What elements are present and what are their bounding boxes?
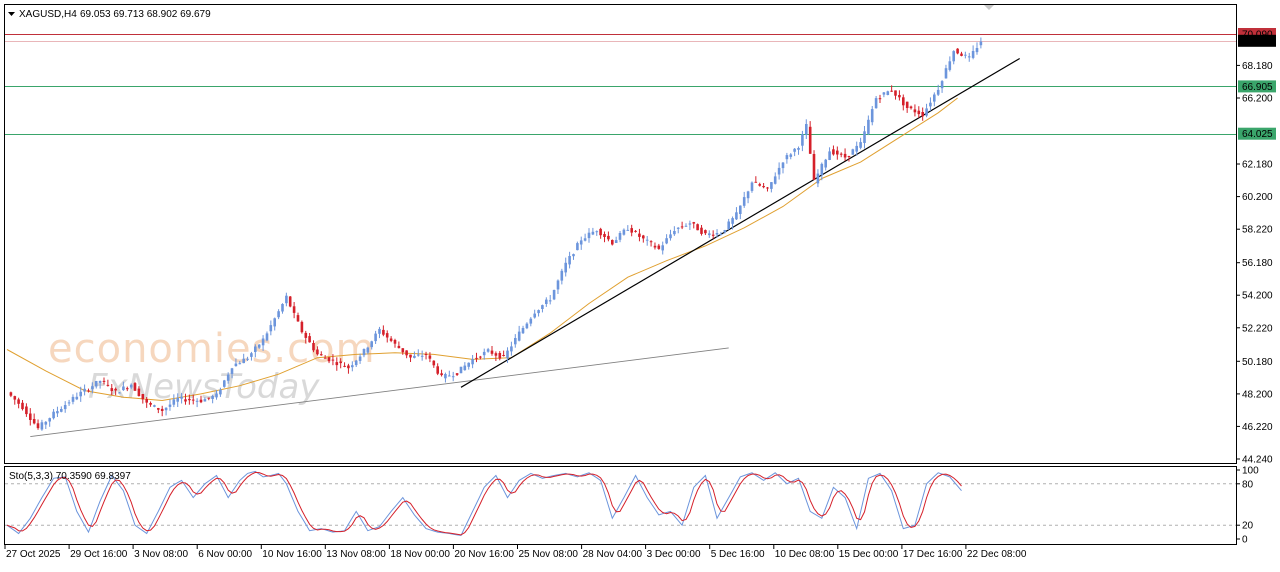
time-tick-label: 18 Nov 00:00 [390,549,450,560]
price-tick-label: 46.220 [1242,422,1273,433]
price-tick-label: 68.180 [1242,61,1273,72]
time-tick-label: 6 Nov 00:00 [198,549,252,560]
time-tick-label: 10 Dec 08:00 [775,549,835,560]
price-tick-label: 52.220 [1242,323,1273,334]
time-tick-label: 27 Oct 2025 [6,549,61,560]
candle [300,320,304,334]
candle [812,150,816,181]
price-axis: 70.09069.67968.18066.90566.20064.02562.1… [1236,28,1276,466]
stochastic-tick-label: 80 [1242,479,1254,490]
stochastic-tick-label: 0 [1242,535,1248,546]
chart-window: economies.com FxNewsToday XAGUSD,H4 69.0… [0,0,1280,567]
time-tick-label: 3 Nov 08:00 [134,549,188,560]
candle [696,223,699,231]
time-tick-label: 20 Nov 16:00 [454,549,514,560]
candle [886,90,890,96]
watermark-economies: economies.com [48,326,376,372]
price-tick-label: 48.200 [1242,389,1273,400]
time-tick-label: 28 Nov 04:00 [583,549,643,560]
time-tick-label: 5 Dec 16:00 [711,549,765,560]
price-tick-label: 62.180 [1242,160,1273,171]
stochastic-title: Sto(5,3,3) 70.3590 69.8397 [9,471,131,482]
stochastic-axis: 100 80 20 0 [1236,466,1259,546]
stochastic-pane-frame [4,466,1237,545]
chart-canvas: economies.com FxNewsToday XAGUSD,H4 69.0… [4,4,1276,560]
candle [552,289,556,301]
candle [223,379,226,388]
price-tick-label: 60.200 [1242,192,1273,203]
stochastic-tick-label: 100 [1242,466,1259,477]
ohlc-readout: 69.053 69.713 68.902 69.679 [80,9,211,20]
price-tick-label: 56.180 [1242,258,1273,269]
time-tick-label: 25 Nov 08:00 [519,549,579,560]
stochastic-tick-label: 20 [1242,521,1254,532]
time-tick-label: 15 Dec 00:00 [839,549,899,560]
price-tick-label: 66.200 [1242,94,1273,105]
price-tick-label: 44.240 [1242,455,1273,466]
time-tick-label: 3 Dec 00:00 [647,549,701,560]
time-axis: 27 Oct 2025 29 Oct 16:00 3 Nov 08:00 6 Nov … [4,545,1027,560]
candle [459,366,463,374]
time-tick-label: 17 Dec 16:00 [903,549,963,560]
time-tick-label: 29 Oct 16:00 [70,549,128,560]
time-tick-label: 13 Nov 08:00 [326,549,386,560]
price-tick-label: 64.025 [1242,129,1273,140]
time-tick-label: 22 Dec 08:00 [967,549,1027,560]
price-tick-label: 58.220 [1242,225,1273,236]
symbol-label: XAGUSD,H4 [19,9,77,20]
price-tick-label: 66.905 [1242,82,1273,93]
price-tick-label: 54.200 [1242,291,1273,302]
candle [288,296,292,308]
candle [956,48,959,55]
price-tick-label: 50.180 [1242,357,1273,368]
time-tick-label: 10 Nov 16:00 [262,549,322,560]
candle [851,148,855,155]
candle [133,382,137,391]
price-tick-label: 69.679 [1242,36,1273,47]
